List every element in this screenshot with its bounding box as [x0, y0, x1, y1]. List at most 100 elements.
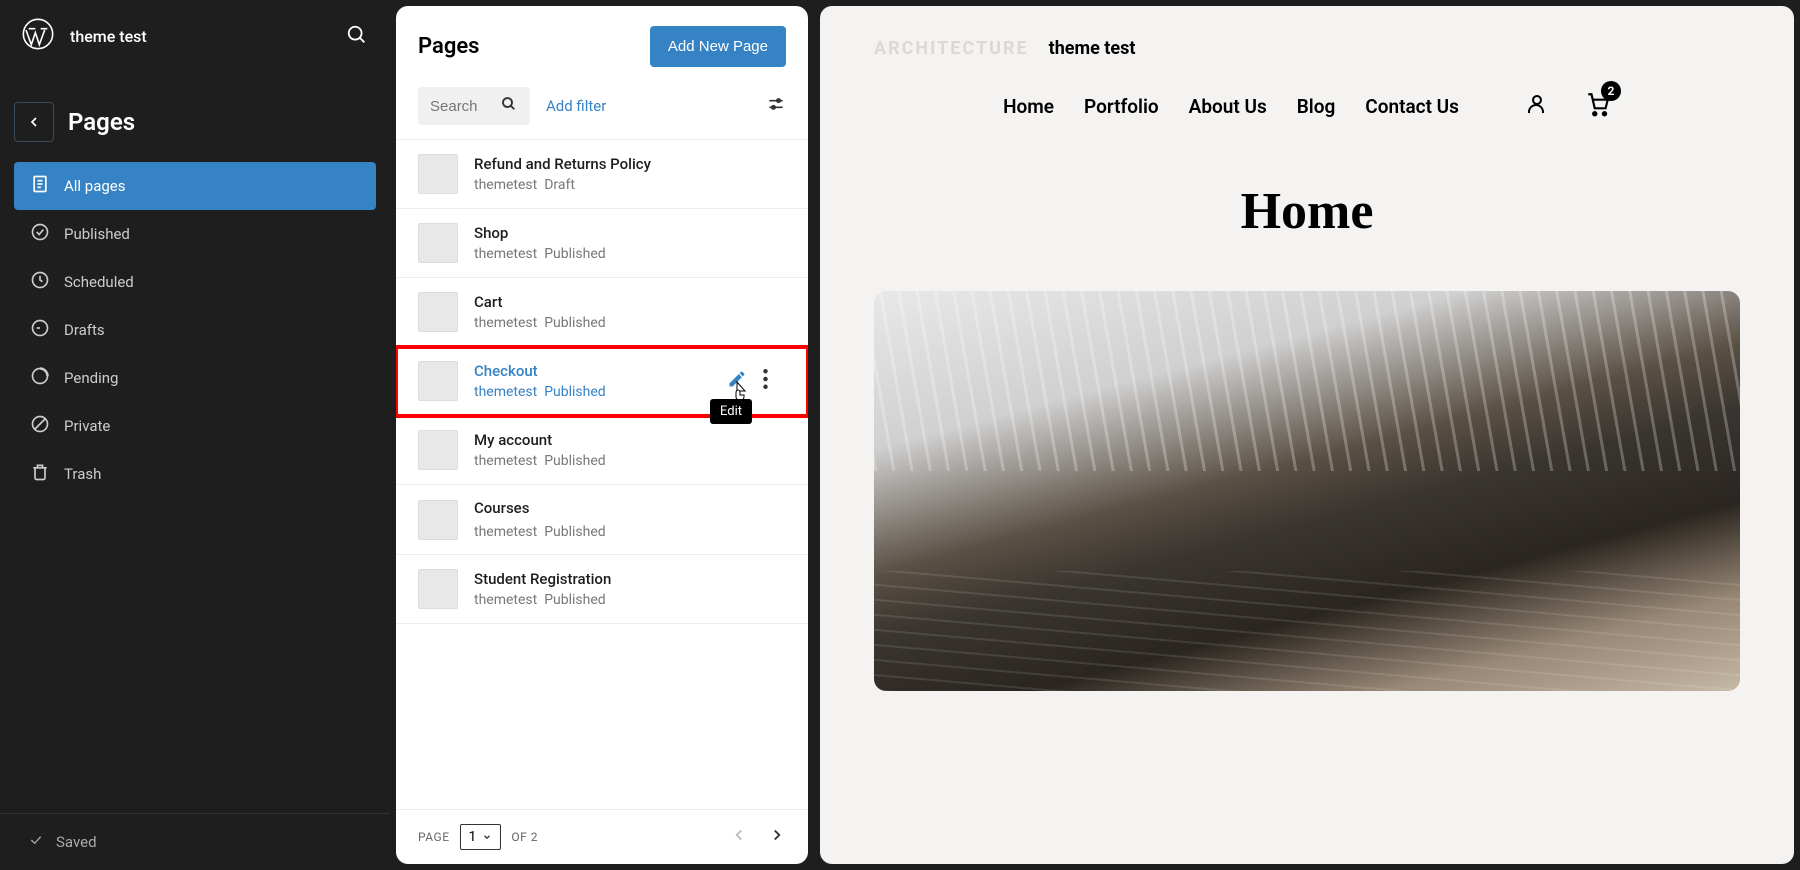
of-label: OF 2 — [511, 830, 538, 844]
page-info: Refund and Returns Policy themetest Draf… — [474, 155, 786, 193]
panel-title: Pages — [418, 34, 479, 59]
page-row[interactable]: Shop themetest Published — [396, 209, 808, 278]
pages-header: Pages Add New Page — [396, 6, 808, 87]
admin-sidebar: theme test Pages All pages Published Sch… — [0, 0, 390, 870]
page-meta: themetest Published — [474, 315, 786, 331]
page-row[interactable]: My account themetest Published — [396, 416, 808, 485]
nav-item-published[interactable]: Published — [14, 210, 376, 258]
trash-icon — [30, 462, 50, 486]
menu-home[interactable]: Home — [1003, 95, 1054, 118]
add-new-page-button[interactable]: Add New Page — [650, 26, 786, 67]
page-thumbnail — [418, 292, 458, 332]
wordpress-logo-icon[interactable] — [22, 18, 54, 54]
next-page-button[interactable] — [768, 826, 786, 848]
filter-row: Add filter — [396, 87, 808, 140]
page-thumbnail — [418, 361, 458, 401]
topbar: theme test — [0, 0, 390, 72]
page-row-checkout[interactable]: Checkout themetest Published Edit — [396, 347, 808, 416]
cart-icon[interactable]: 2 — [1585, 91, 1611, 122]
page-thumbnail — [418, 430, 458, 470]
page-thumbnail — [418, 223, 458, 263]
nav-label: Drafts — [64, 321, 105, 339]
page-row[interactable]: Cart themetest Published — [396, 278, 808, 347]
page-info: Courses themetest Published — [474, 499, 786, 540]
page-actions — [727, 369, 768, 393]
nav-item-drafts[interactable]: Drafts — [14, 306, 376, 354]
sidebar-footer: Saved — [0, 813, 390, 870]
page-info: Shop themetest Published — [474, 224, 786, 262]
menu-portfolio[interactable]: Portfolio — [1084, 95, 1159, 118]
back-button[interactable] — [14, 102, 54, 142]
preview-nav: Home Portfolio About Us Blog Contact Us … — [874, 91, 1740, 122]
nav-label: Private — [64, 417, 110, 435]
menu-contact[interactable]: Contact Us — [1365, 95, 1459, 118]
page-title: Courses — [474, 499, 786, 517]
page-row[interactable]: Student Registration themetest Published — [396, 555, 808, 624]
pagination-arrows — [730, 826, 786, 848]
menu-about[interactable]: About Us — [1189, 95, 1267, 118]
cart-badge: 2 — [1601, 81, 1621, 101]
menu-blog[interactable]: Blog — [1297, 95, 1336, 118]
page-info: My account themetest Published — [474, 431, 786, 469]
prev-page-button[interactable] — [730, 826, 748, 848]
nav-header: Pages — [0, 72, 390, 162]
page-title: My account — [474, 431, 786, 449]
block-icon — [30, 414, 50, 438]
nav-label: Pending — [64, 369, 118, 387]
page-label: PAGE — [418, 830, 450, 844]
add-filter-link[interactable]: Add filter — [546, 97, 606, 115]
search-input[interactable] — [430, 98, 500, 115]
check-circle-icon — [30, 222, 50, 246]
nav-section-title: Pages — [68, 108, 135, 136]
edit-tooltip: Edit — [710, 399, 752, 424]
draft-icon — [30, 318, 50, 342]
nav-label: Trash — [64, 465, 101, 483]
page-meta: themetest Published — [474, 453, 786, 469]
search-box[interactable] — [418, 87, 530, 125]
edit-icon[interactable] — [727, 369, 747, 393]
pending-icon — [30, 366, 50, 390]
account-icon[interactable] — [1525, 92, 1549, 121]
page-title: Shop — [474, 224, 786, 242]
nav-label: Published — [64, 225, 130, 243]
nav-item-pending[interactable]: Pending — [14, 354, 376, 402]
filter-settings-icon[interactable] — [766, 94, 786, 118]
page-meta: themetest Published — [474, 246, 786, 262]
nav-item-private[interactable]: Private — [14, 402, 376, 450]
page-title: Refund and Returns Policy — [474, 155, 786, 173]
nav-label: All pages — [64, 177, 126, 195]
page-meta: themetest Published — [474, 592, 786, 608]
hero-title: Home — [874, 182, 1740, 241]
check-icon — [28, 832, 44, 852]
page-title: Student Registration — [474, 570, 786, 588]
site-title[interactable]: theme test — [70, 27, 330, 46]
saved-label: Saved — [56, 833, 97, 851]
page-thumbnail — [418, 500, 458, 540]
hero-image — [874, 291, 1740, 691]
nav-label: Scheduled — [64, 273, 134, 291]
nav-item-scheduled[interactable]: Scheduled — [14, 258, 376, 306]
page-info: Student Registration themetest Published — [474, 570, 786, 608]
page-meta: themetest Published — [474, 521, 786, 540]
page-title: Cart — [474, 293, 786, 311]
brand-title: theme test — [1049, 38, 1136, 59]
nav-item-trash[interactable]: Trash — [14, 450, 376, 498]
page-meta: themetest Draft — [474, 177, 786, 193]
pagination: PAGE 1 OF 2 — [396, 809, 808, 864]
page-row[interactable]: Refund and Returns Policy themetest Draf… — [396, 140, 808, 209]
document-icon — [30, 174, 50, 198]
search-icon[interactable] — [500, 95, 518, 117]
page-select[interactable]: 1 — [460, 824, 502, 850]
nav-item-all-pages[interactable]: All pages — [14, 162, 376, 210]
page-thumbnail — [418, 154, 458, 194]
nav-list: All pages Published Scheduled Drafts Pen… — [0, 162, 390, 498]
pages-panel: Pages Add New Page Add filter Refund and… — [396, 6, 808, 864]
more-icon[interactable] — [763, 369, 768, 393]
page-info: Cart themetest Published — [474, 293, 786, 331]
clock-icon — [30, 270, 50, 294]
page-thumbnail — [418, 569, 458, 609]
global-search-button[interactable] — [346, 24, 368, 49]
preview-pane: ARCHITECTURE theme test Home Portfolio A… — [820, 6, 1794, 864]
page-row[interactable]: Courses themetest Published — [396, 485, 808, 555]
brand-muted: ARCHITECTURE — [874, 38, 1029, 59]
